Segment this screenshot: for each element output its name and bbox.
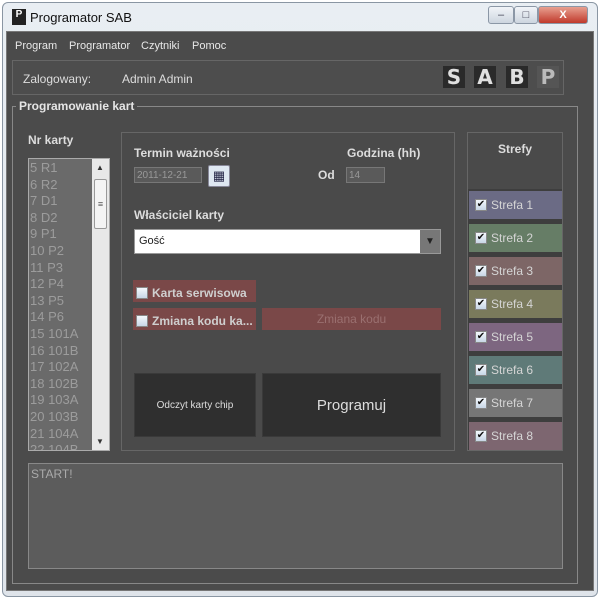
menu-program[interactable]: Program xyxy=(15,40,57,52)
card-list-item[interactable]: 21 104A xyxy=(30,426,92,443)
zone-label: Strefa 5 xyxy=(491,330,534,344)
zone-label: Strefa 8 xyxy=(491,429,534,443)
card-list-item[interactable]: 19 103A xyxy=(30,392,92,409)
owner-value: Gość xyxy=(139,235,165,247)
expiry-label: Termin ważności xyxy=(134,146,230,160)
hour-from-input[interactable] xyxy=(346,167,385,183)
cards-scrollbar[interactable]: ▲ ≡ ▼ xyxy=(92,159,109,450)
card-list-item[interactable]: 11 P3 xyxy=(30,260,92,277)
scroll-down-icon[interactable]: ▼ xyxy=(96,437,104,446)
logo-letter-p: P xyxy=(537,66,559,88)
card-list-item[interactable]: 14 P6 xyxy=(30,309,92,326)
card-list-item[interactable]: 18 102B xyxy=(30,376,92,393)
checkbox-icon[interactable] xyxy=(136,286,148,299)
zone-checkbox-4[interactable]: ✔ Strefa 4 xyxy=(469,290,562,318)
card-list-item[interactable]: 20 103B xyxy=(30,409,92,426)
minimize-button[interactable]: ‒ xyxy=(488,6,514,24)
cards-label: Nr karty xyxy=(28,133,74,147)
program-button[interactable]: Programuj xyxy=(262,373,441,437)
zone-checkbox-2[interactable]: ✔ Strefa 2 xyxy=(469,224,562,252)
checkbox-icon[interactable]: ✔ xyxy=(475,397,487,409)
card-list-item[interactable]: 10 P2 xyxy=(30,243,92,260)
checkbox-icon[interactable]: ✔ xyxy=(475,232,487,244)
card-list-item[interactable]: 6 R2 xyxy=(30,177,92,194)
user-name: Admin Admin xyxy=(122,72,193,86)
change-code-checkbox[interactable]: Zmiana kodu ka... xyxy=(133,308,256,330)
scroll-thumb[interactable]: ≡ xyxy=(94,179,107,229)
checkbox-icon[interactable]: ✔ xyxy=(475,199,487,211)
card-list-item[interactable]: 9 P1 xyxy=(30,226,92,243)
menu-pomoc[interactable]: Pomoc xyxy=(192,40,226,52)
log-text: START! xyxy=(31,467,73,481)
close-button[interactable]: X xyxy=(538,6,588,24)
checkbox-icon[interactable]: ✔ xyxy=(475,364,487,376)
menu-programator[interactable]: Programator xyxy=(69,40,130,52)
maximize-button[interactable]: □ xyxy=(514,6,538,24)
zone-checkbox-7[interactable]: ✔ Strefa 7 xyxy=(469,389,562,417)
chevron-down-icon[interactable]: ▼ xyxy=(420,230,440,253)
checkbox-icon[interactable] xyxy=(136,314,148,327)
card-list-item[interactable]: 7 D1 xyxy=(30,193,92,210)
card-list-item[interactable]: 12 P4 xyxy=(30,276,92,293)
zones-panel: Strefy ✔ Strefa 1 ✔ Strefa 2 ✔ Strefa 3 ✔ Stref… xyxy=(467,132,563,451)
logged-label: Zalogowany: xyxy=(23,72,92,86)
logo-letter-b: B xyxy=(506,66,528,88)
owner-select[interactable]: Gość ▼ xyxy=(134,229,441,254)
calendar-icon[interactable]: ▦ xyxy=(208,165,230,187)
zone-checkbox-5[interactable]: ✔ Strefa 5 xyxy=(469,323,562,351)
hour-label: Godzina (hh) xyxy=(347,146,421,160)
logo-letter-s: S xyxy=(443,66,465,88)
owner-label: Właściciel karty xyxy=(134,208,225,222)
change-code-button[interactable]: Zmiana kodu xyxy=(262,308,441,330)
service-card-label: Karta serwisowa xyxy=(152,285,247,300)
zone-checkbox-1[interactable]: ✔ Strefa 1 xyxy=(469,191,562,219)
card-list-item[interactable]: 8 D2 xyxy=(30,210,92,227)
expiry-date-input[interactable] xyxy=(134,167,202,183)
card-list-item[interactable]: 22 104B xyxy=(30,442,92,450)
zone-label: Strefa 7 xyxy=(491,396,534,410)
card-list-item[interactable]: 5 R1 xyxy=(30,160,92,177)
menu-czytniki[interactable]: Czytniki xyxy=(141,40,180,52)
zone-label: Strefa 3 xyxy=(491,264,534,278)
section-title: Programowanie kart xyxy=(16,99,138,113)
checkbox-icon[interactable]: ✔ xyxy=(475,430,487,442)
change-code-label: Zmiana kodu ka... xyxy=(152,313,253,328)
checkbox-icon[interactable]: ✔ xyxy=(475,298,487,310)
zone-label: Strefa 1 xyxy=(491,198,534,212)
zone-label: Strefa 4 xyxy=(491,297,534,311)
zone-checkbox-6[interactable]: ✔ Strefa 6 xyxy=(469,356,562,384)
logo-letter-a: A xyxy=(474,66,496,88)
window-title: Programator SAB xyxy=(30,10,132,25)
zone-label: Strefa 2 xyxy=(491,231,534,245)
card-list-item[interactable]: 16 101B xyxy=(30,343,92,360)
scroll-up-icon[interactable]: ▲ xyxy=(96,163,104,172)
cards-list[interactable]: 5 R1 6 R2 7 D1 8 D2 9 P1 10 P2 11 P3 12 P4 13 P5… xyxy=(28,158,110,451)
zone-checkbox-8[interactable]: ✔ Strefa 8 xyxy=(469,422,562,450)
log-area[interactable]: START! xyxy=(28,463,563,569)
zone-label: Strefa 6 xyxy=(491,363,534,377)
card-list-item[interactable]: 17 102A xyxy=(30,359,92,376)
card-list-item[interactable]: 15 101A xyxy=(30,326,92,343)
checkbox-icon[interactable]: ✔ xyxy=(475,331,487,343)
card-list-item[interactable]: 13 P5 xyxy=(30,293,92,310)
zone-checkbox-3[interactable]: ✔ Strefa 3 xyxy=(469,257,562,285)
from-label: Od xyxy=(318,168,335,182)
service-card-checkbox[interactable]: Karta serwisowa xyxy=(133,280,256,302)
zones-title: Strefy xyxy=(497,142,532,156)
read-chip-button[interactable]: Odczyt karty chip xyxy=(134,373,256,437)
app-logo-icon: P xyxy=(12,9,26,25)
checkbox-icon[interactable]: ✔ xyxy=(475,265,487,277)
